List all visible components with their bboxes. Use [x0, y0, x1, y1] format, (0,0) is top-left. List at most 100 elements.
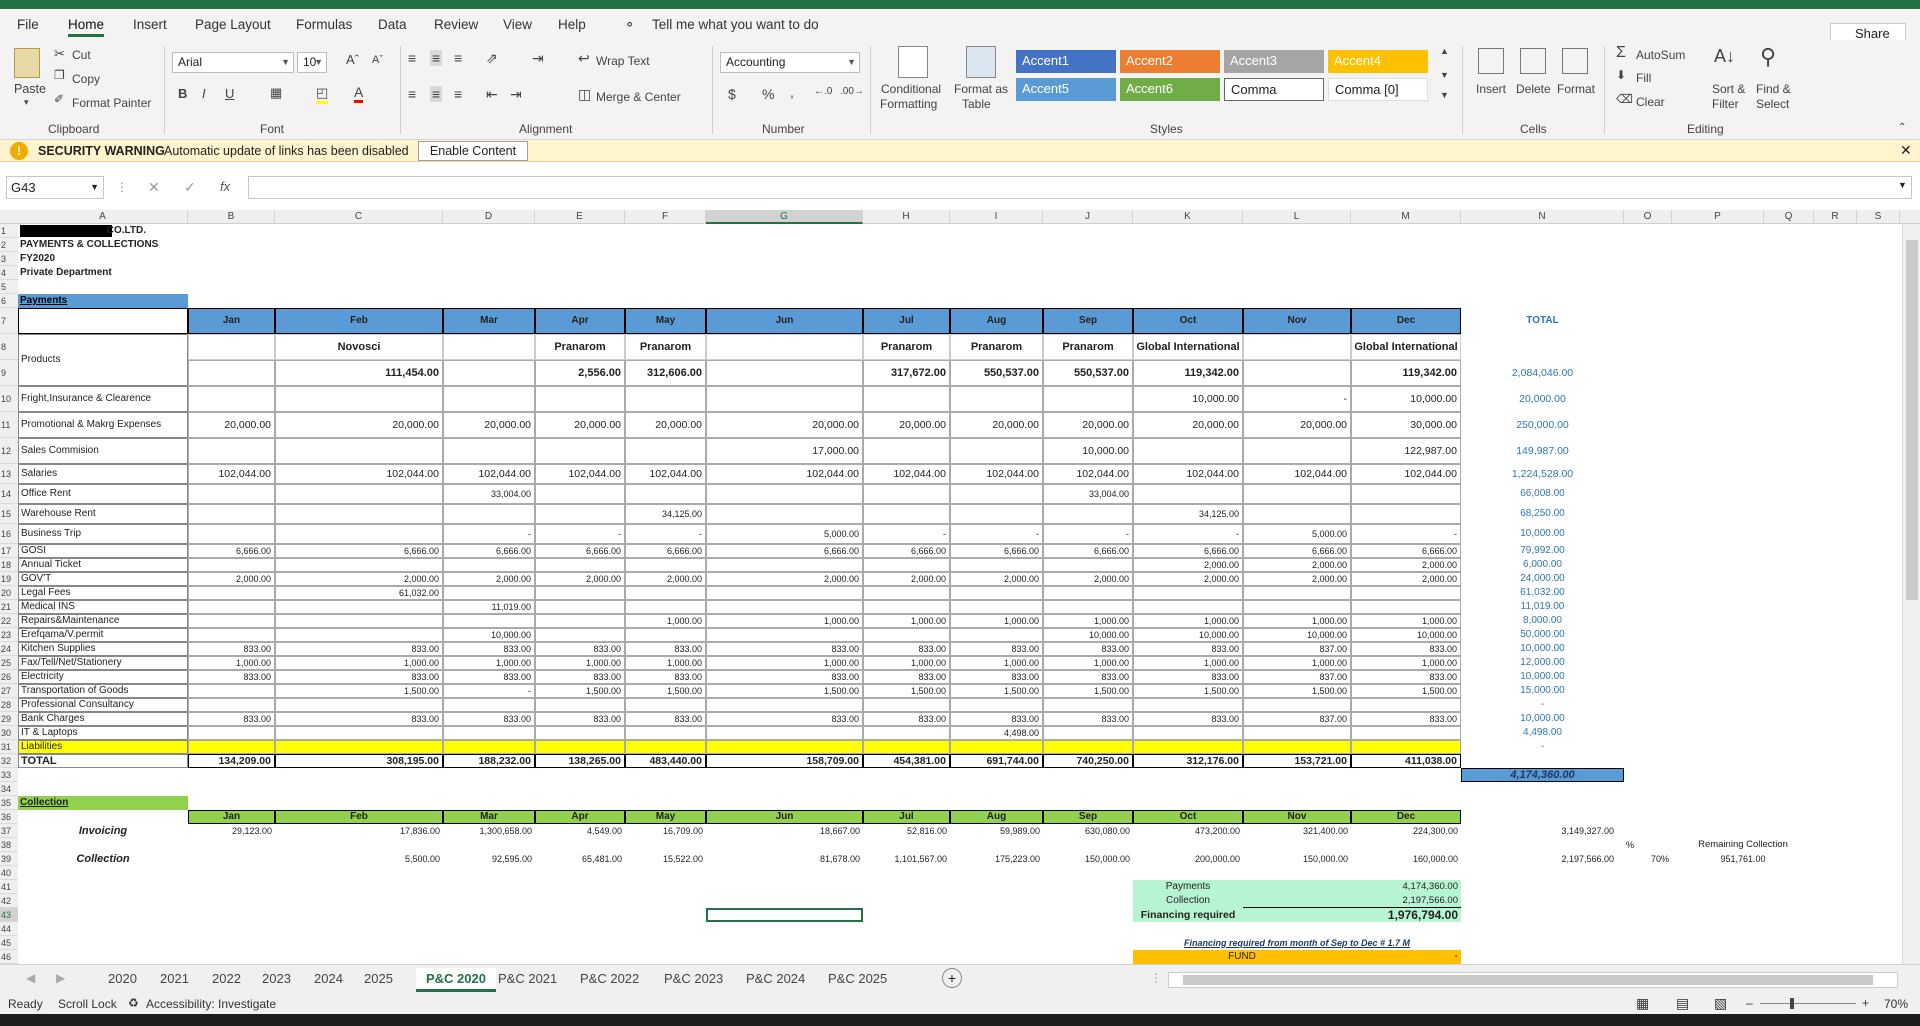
row-header[interactable]: 28 [0, 698, 18, 712]
horizontal-scroll-thumb[interactable] [1183, 975, 1873, 985]
sheet-tab-p-c-2025[interactable]: P&C 2025 [828, 971, 887, 986]
find-select-icon[interactable]: ⚲ [1760, 44, 1776, 70]
sheet-tab-2021[interactable]: 2021 [160, 971, 189, 986]
row-header[interactable]: 43 [0, 908, 18, 922]
row-header[interactable]: 6 [0, 294, 18, 308]
column-header-c[interactable]: C [275, 210, 443, 224]
row-header[interactable]: 21 [0, 600, 18, 614]
autosum-button[interactable]: AutoSum [1636, 48, 1685, 62]
row-header[interactable]: 5 [0, 280, 18, 294]
row-header[interactable]: 13 [0, 464, 18, 484]
format-as-table-icon[interactable] [966, 46, 996, 78]
row-header[interactable]: 2 [0, 238, 18, 252]
bold-icon[interactable]: B [178, 86, 187, 101]
formula-input[interactable] [248, 176, 1912, 199]
percent-button[interactable]: % [762, 86, 774, 102]
add-sheet-icon[interactable]: + [942, 968, 962, 988]
tell-me-search[interactable]: Tell me what you want to do [652, 17, 819, 32]
sheet-tab-p-c-2022[interactable]: P&C 2022 [580, 971, 639, 986]
normal-view-icon[interactable]: ▦ [1636, 995, 1649, 1012]
currency-button[interactable]: $ [728, 86, 736, 102]
row-header[interactable]: 34 [0, 782, 18, 796]
row-header[interactable]: 45 [0, 936, 18, 950]
shrink-font-icon[interactable]: Aˇ [372, 54, 383, 66]
underline-icon[interactable]: U [225, 86, 234, 101]
cut-button[interactable]: Cut [72, 48, 91, 62]
row-header[interactable]: 1 [0, 224, 18, 238]
row-header[interactable]: 31 [0, 740, 18, 754]
row-header[interactable]: 14 [0, 484, 18, 504]
zoom-slider[interactable] [1760, 1003, 1856, 1004]
sheet-tab-2022[interactable]: 2022 [212, 971, 241, 986]
zoom-out-icon[interactable]: – [1746, 996, 1753, 1010]
cancel-icon[interactable]: ✕ [148, 179, 160, 196]
cell-style-accent5[interactable]: Accent5 [1016, 78, 1116, 101]
cell-style-accent2[interactable]: Accent2 [1120, 50, 1220, 73]
tab-page-layout[interactable]: Page Layout [195, 17, 271, 32]
row-header[interactable]: 30 [0, 726, 18, 740]
row-header[interactable]: 12 [0, 438, 18, 464]
column-header-e[interactable]: E [535, 210, 625, 224]
row-header[interactable]: 37 [0, 824, 18, 838]
insert-button[interactable]: Insert [1476, 82, 1506, 96]
row-header[interactable]: 42 [0, 894, 18, 908]
row-header[interactable]: 46 [0, 950, 18, 964]
align-top-icon[interactable]: ≡ [408, 50, 416, 66]
paste-icon[interactable] [14, 48, 40, 78]
wrap-text-button[interactable]: Wrap Text [596, 54, 650, 68]
conditional-formatting-button[interactable]: Conditional [881, 82, 941, 96]
row-header[interactable]: 40 [0, 866, 18, 880]
column-header-d[interactable]: D [443, 210, 535, 224]
conditional-formatting-icon[interactable] [898, 46, 928, 78]
paste-button[interactable]: Paste [14, 82, 46, 96]
column-header-m[interactable]: M [1351, 210, 1461, 224]
grow-font-icon[interactable]: Aˆ [346, 52, 359, 67]
page-break-view-icon[interactable]: ▧ [1714, 995, 1727, 1012]
tab-help[interactable]: Help [558, 17, 586, 32]
column-header-n[interactable]: N [1461, 210, 1624, 224]
column-header-p[interactable]: P [1672, 210, 1764, 224]
fill-button[interactable]: Fill [1636, 71, 1651, 85]
sheet-tab-p-c-2024[interactable]: P&C 2024 [746, 971, 805, 986]
align-middle-icon[interactable]: ≡ [430, 50, 443, 66]
merge-center-button[interactable]: Merge & Center [596, 90, 681, 104]
tab-data[interactable]: Data [378, 17, 407, 32]
tab-insert[interactable]: Insert [133, 17, 167, 32]
orientation-icon[interactable]: ⇗ [486, 50, 498, 67]
row-header[interactable]: 18 [0, 558, 18, 572]
sheet-tab-2025[interactable]: 2025 [364, 971, 393, 986]
column-header-k[interactable]: K [1133, 210, 1243, 224]
column-header-b[interactable]: B [188, 210, 275, 224]
sheet-tab-2024[interactable]: 2024 [314, 971, 343, 986]
sort-filter-button[interactable]: Sort & [1712, 82, 1745, 96]
expand-formula-icon[interactable]: ▼ [1898, 180, 1907, 190]
row-header[interactable]: 25 [0, 656, 18, 670]
row-header[interactable]: 41 [0, 880, 18, 894]
comma-button[interactable]: , [790, 84, 794, 100]
cell-style-accent6[interactable]: Accent6 [1120, 78, 1220, 101]
cell-style-accent4[interactable]: Accent4 [1328, 50, 1428, 73]
vertical-scroll-thumb[interactable] [1906, 240, 1918, 600]
row-header[interactable]: 15 [0, 504, 18, 524]
row-header[interactable]: 33 [0, 768, 18, 782]
row-header[interactable]: 20 [0, 586, 18, 600]
column-header-o[interactable]: O [1624, 210, 1672, 224]
align-bottom-icon[interactable]: ≡ [454, 50, 462, 66]
format-cells-icon[interactable] [1562, 48, 1588, 74]
row-header[interactable]: 27 [0, 684, 18, 698]
cell-style-comma-0-[interactable]: Comma [0] [1328, 78, 1428, 101]
vertical-scrollbar[interactable] [1902, 224, 1920, 964]
row-header[interactable]: 16 [0, 524, 18, 544]
cell-style-accent3[interactable]: Accent3 [1224, 50, 1324, 73]
row-header[interactable]: 29 [0, 712, 18, 726]
zoom-level[interactable]: 70% [1884, 997, 1908, 1011]
tab-formulas[interactable]: Formulas [296, 17, 352, 32]
copy-button[interactable]: Copy [72, 72, 100, 86]
tab-review[interactable]: Review [434, 17, 478, 32]
row-header[interactable]: 44 [0, 922, 18, 936]
delete-button[interactable]: Delete [1516, 82, 1551, 96]
close-icon[interactable]: ✕ [1900, 142, 1912, 159]
worksheet-grid[interactable]: ABCDEFGHIJKLMNOPQRS 1 2 3 4 5 6 7 8 9 10 11 12 13 14 1… [0, 210, 1920, 964]
zoom-slider-thumb[interactable] [1790, 998, 1794, 1009]
column-header-r[interactable]: R [1814, 210, 1857, 224]
